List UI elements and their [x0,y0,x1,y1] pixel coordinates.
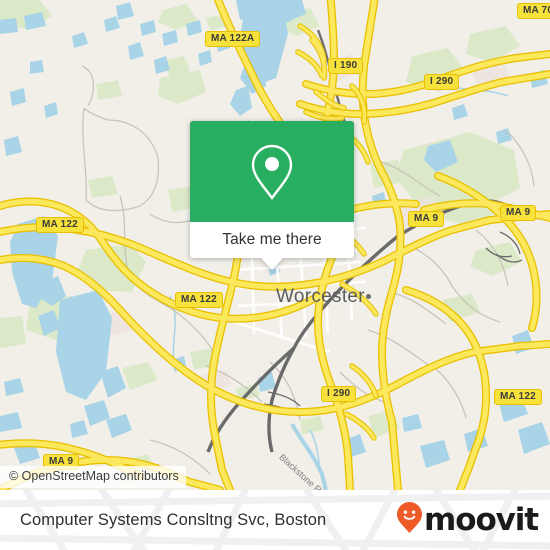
road-shield[interactable]: MA 70 [517,3,550,19]
road-shield[interactable]: MA 122 [175,292,223,308]
take-me-there-callout[interactable]: Take me there [190,121,354,270]
road-shield[interactable]: I 190 [328,58,364,74]
take-me-there-label: Take me there [222,231,322,248]
moovit-smiley-pin-icon [396,501,423,539]
road-shield[interactable]: MA 9 [408,211,445,227]
moovit-place-card: Worcester Blackstone River MA 122A MA 70… [0,0,550,550]
map-pin-icon [248,142,296,202]
road-shield[interactable]: MA 122 [494,389,542,405]
road-shield[interactable]: I 290 [321,386,357,402]
moovit-brand[interactable]: moovit [396,490,539,550]
footer-bar: Computer Systems Consltng Svc, Boston mo… [0,490,550,550]
city-label: Worcester [276,286,365,307]
city-dot [366,294,371,299]
road-shield[interactable]: MA 9 [500,205,537,221]
callout-action-panel[interactable]: Take me there [190,222,354,258]
callout-tail [261,258,283,270]
moovit-wordmark: moovit [424,501,539,538]
osm-attribution[interactable]: © OpenStreetMap contributors [0,466,186,488]
place-title: Computer Systems Consltng Svc, Boston [20,510,327,529]
callout-icon-panel [190,121,354,222]
road-shield[interactable]: I 290 [424,74,460,90]
road-shield[interactable]: MA 122 [36,217,84,233]
road-shield[interactable]: MA 122A [205,31,261,47]
map-canvas[interactable]: Worcester Blackstone River MA 122A MA 70… [0,0,550,490]
